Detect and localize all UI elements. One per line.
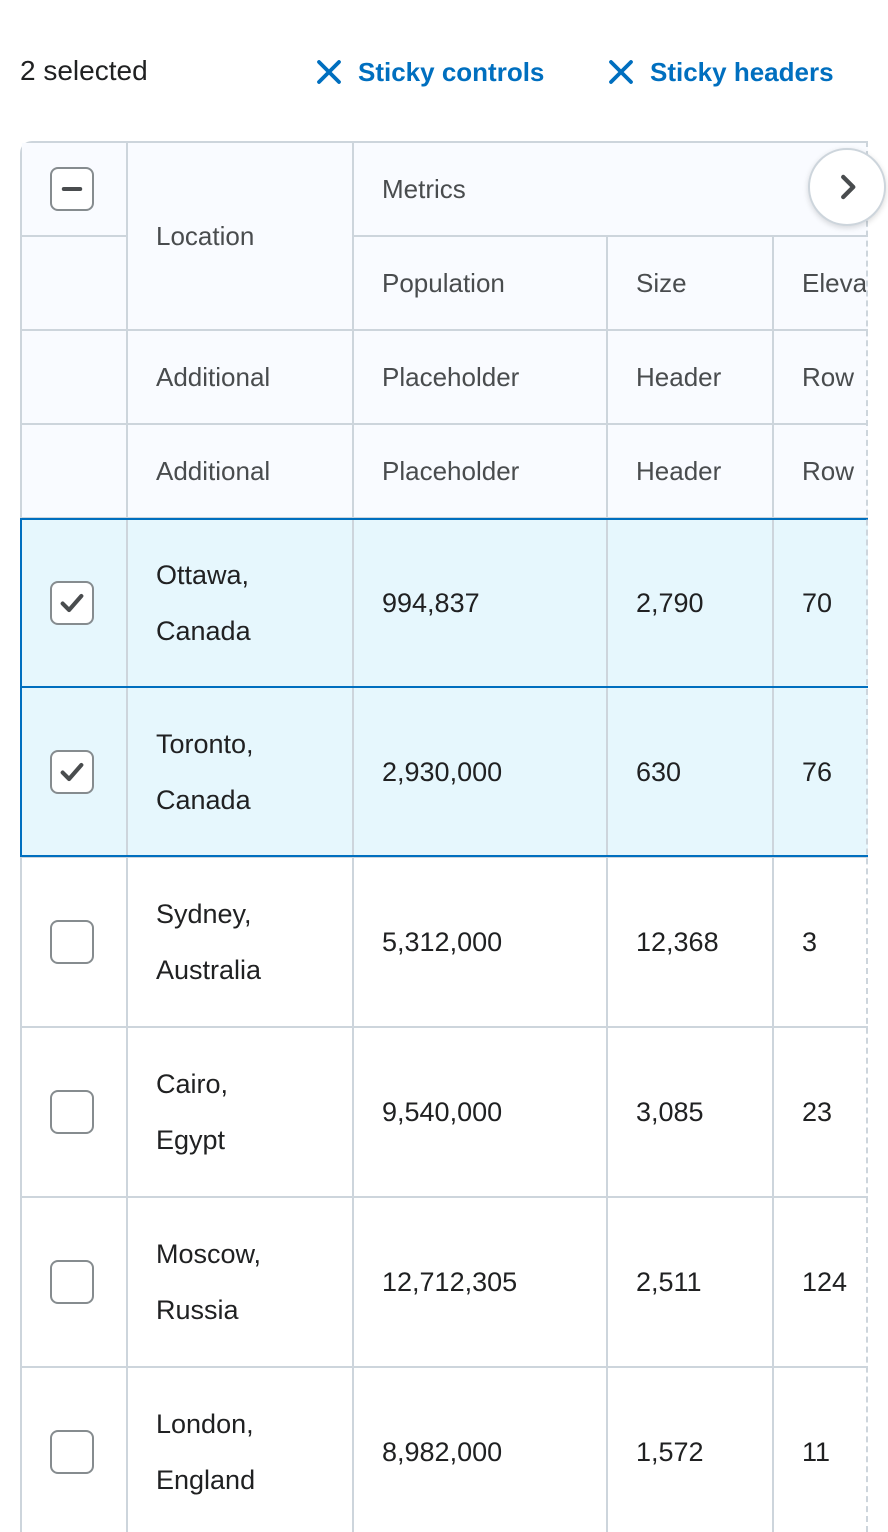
cell-elevation: 23 — [774, 1028, 868, 1198]
location-country: Egypt — [156, 1125, 226, 1155]
chevron-right-icon — [841, 174, 856, 200]
cell-elevation: 3 — [774, 858, 868, 1028]
header-group-metrics: Metrics — [354, 143, 868, 237]
minus-icon — [61, 186, 83, 192]
row-select-cell — [22, 1368, 128, 1532]
cell-location: Sydney, Australia — [128, 858, 354, 1028]
checkmark-icon — [60, 762, 84, 782]
cell-size: 630 — [608, 688, 774, 858]
location-city: Moscow, — [156, 1239, 262, 1269]
location-country: Canada — [156, 615, 251, 646]
header-extra-empty — [22, 331, 128, 425]
cell-population: 9,540,000 — [354, 1028, 608, 1198]
row-select-cell — [22, 858, 128, 1028]
row-select-cell — [22, 519, 128, 688]
cell-population: 12,712,305 — [354, 1198, 608, 1368]
data-table: Location Metrics Population Size Eleva A… — [20, 141, 868, 1532]
header-extra-cell: Placeholder — [354, 331, 608, 425]
cell-population: 8,982,000 — [354, 1368, 608, 1532]
cell-population: 5,312,000 — [354, 858, 608, 1028]
header-extra-cell: Row — [774, 425, 868, 519]
checkmark-icon — [60, 593, 84, 612]
close-icon — [609, 60, 633, 84]
cell-elevation: 76 — [774, 688, 868, 858]
location-city: Sydney, — [156, 899, 252, 929]
row-select-cell — [22, 1198, 128, 1368]
header-empty-cell — [22, 237, 128, 331]
sticky-controls-button[interactable]: Sticky controls — [314, 50, 544, 94]
cell-location: Toronto, Canada — [128, 688, 354, 858]
row-checkbox[interactable] — [50, 920, 94, 964]
header-extra-cell: Additional — [128, 425, 354, 519]
cell-elevation: 124 — [774, 1198, 868, 1368]
row-checkbox[interactable] — [50, 1430, 94, 1474]
location-city: London, — [156, 1409, 254, 1439]
location-city: Cairo, — [156, 1069, 229, 1099]
cell-size: 2,511 — [608, 1198, 774, 1368]
location-country: Canada — [156, 785, 251, 815]
cell-location: London, England — [128, 1368, 354, 1532]
header-population: Population — [354, 237, 608, 331]
select-all-cell — [22, 143, 128, 237]
row-select-cell — [22, 1028, 128, 1198]
scroll-right-button[interactable] — [808, 148, 886, 226]
cell-location: Ottawa, Canada — [128, 519, 354, 688]
cell-elevation: 70 — [774, 519, 868, 688]
header-size: Size — [608, 237, 774, 331]
header-extra-cell: Header — [608, 425, 774, 519]
location-country: England — [156, 1465, 256, 1495]
location-city: Ottawa, — [156, 559, 250, 590]
row-checkbox[interactable] — [50, 580, 94, 625]
header-location: Location — [128, 143, 354, 331]
select-all-checkbox[interactable] — [50, 167, 94, 211]
location-country: Russia — [156, 1295, 239, 1325]
cell-size: 12,368 — [608, 858, 774, 1028]
selected-count: 2 selected — [20, 55, 148, 86]
header-extra-cell: Additional — [128, 331, 354, 425]
table-overflow-edge — [866, 141, 868, 1532]
table-controls: 2 selected Sticky controls Sticky header… — [0, 0, 888, 140]
close-icon — [317, 60, 341, 84]
cell-location: Moscow, Russia — [128, 1198, 354, 1368]
header-extra-cell: Placeholder — [354, 425, 608, 519]
location-city: Toronto, — [156, 729, 254, 759]
cell-size: 3,085 — [608, 1028, 774, 1198]
row-checkbox[interactable] — [50, 750, 94, 794]
cell-size: 2,790 — [608, 519, 774, 688]
cell-size: 1,572 — [608, 1368, 774, 1532]
sticky-headers-button[interactable]: Sticky headers — [606, 50, 834, 94]
header-extra-cell: Row — [774, 331, 868, 425]
cell-population: 994,837 — [354, 519, 608, 688]
cell-population: 2,930,000 — [354, 688, 608, 858]
header-elevation: Eleva — [774, 237, 868, 331]
sticky-controls-label: Sticky controls — [358, 56, 545, 87]
cell-elevation: 11 — [774, 1368, 868, 1532]
header-extra-cell: Header — [608, 331, 774, 425]
location-country: Australia — [156, 955, 262, 985]
header-extra-empty — [22, 425, 128, 519]
row-checkbox[interactable] — [50, 1090, 94, 1134]
row-select-cell — [22, 688, 128, 858]
row-checkbox[interactable] — [50, 1260, 94, 1304]
sticky-headers-label: Sticky headers — [650, 56, 834, 87]
cell-location: Cairo, Egypt — [128, 1028, 354, 1198]
